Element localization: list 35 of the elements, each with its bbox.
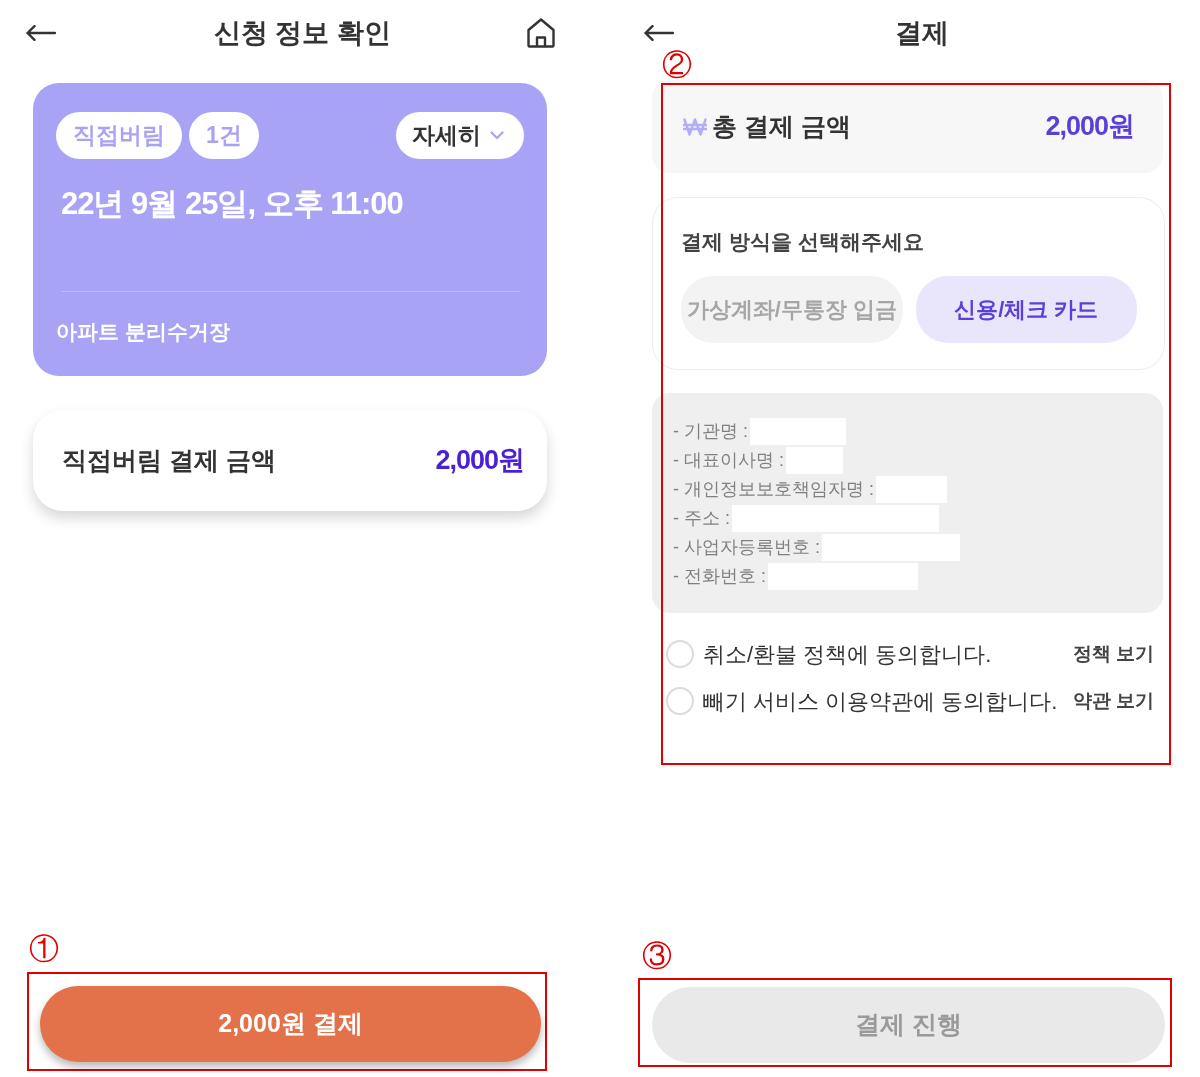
info-label: - 대표이사명 : — [673, 449, 784, 472]
payment-option[interactable]: 신용/체크 카드 — [915, 276, 1137, 343]
annotation-number: ② — [662, 50, 692, 80]
info-label: - 사업자등록번호 : — [673, 536, 820, 559]
info-label: - 개인정보보호책임자명 : — [673, 478, 874, 501]
checkbox[interactable] — [666, 687, 694, 715]
location-text: 아파트 분리수거장 — [56, 319, 230, 345]
date-time-text: 22년 9월 25일, 오후 11:00 — [61, 186, 403, 222]
info-label: - 기관명 : — [673, 420, 748, 443]
detail-button[interactable]: 자세히 — [396, 112, 524, 159]
submit-button[interactable]: 2,000원 결제 — [40, 986, 541, 1062]
tag-chip: 직접버림 — [56, 112, 182, 159]
info-label: - 전화번호 : — [673, 565, 766, 588]
arrow-left-icon — [26, 25, 56, 41]
chevron-down-icon — [490, 131, 504, 140]
amount-value: 2,000원 — [435, 444, 524, 478]
checkbox[interactable] — [666, 640, 694, 668]
screen-title: 결제 — [894, 17, 949, 50]
agreement-text: 취소/환불 정책에 동의합니다. — [703, 640, 992, 669]
view-terms-link[interactable]: 정책 보기 — [1072, 639, 1154, 669]
view-terms-link[interactable]: 약관 보기 — [1072, 686, 1154, 716]
info-label: - 주소 : — [673, 507, 730, 530]
won-sign-icon — [683, 117, 707, 136]
amount-label: 직접버림 결제 금액 — [62, 444, 276, 476]
agreement-text: 빼기 서비스 이용약관에 동의합니다. — [703, 687, 1058, 716]
annotation-number: ③ — [642, 941, 672, 971]
arrow-left-icon — [644, 25, 674, 41]
annotation-number: ① — [29, 934, 59, 964]
screen-title: 신청 정보 확인 — [214, 17, 391, 50]
total-amount: 2,000원 — [1045, 110, 1134, 144]
home-icon — [527, 18, 555, 48]
tag-chip: 1건 — [189, 112, 259, 159]
home-button[interactable] — [526, 17, 556, 49]
section-heading: 결제 방식을 선택해주세요 — [681, 229, 924, 255]
total-label: 총 결제 금액 — [712, 110, 851, 142]
